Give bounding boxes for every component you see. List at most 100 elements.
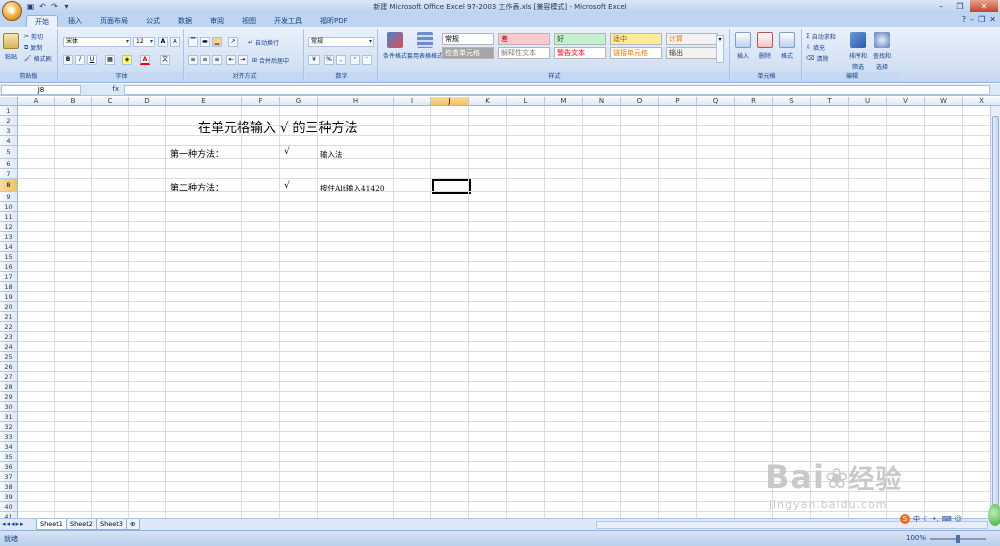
sort-filter-button[interactable]: 排序和 筛选 <box>848 32 868 71</box>
format-as-table-button[interactable]: 套用表格格式 <box>407 32 443 60</box>
sheet-tab-3[interactable]: Sheet3 <box>96 519 127 530</box>
decrease-indent-button[interactable]: ⇤ <box>226 55 236 65</box>
orientation-button[interactable]: ↗ <box>228 37 238 47</box>
close-button[interactable]: ✕ <box>970 0 998 12</box>
row-header-22[interactable]: 22 <box>0 322 18 332</box>
row-header-31[interactable]: 31 <box>0 412 18 422</box>
cell-h8[interactable]: 按住Alt输入41420 <box>320 183 385 194</box>
cell-style-8[interactable]: 链接单元格 <box>610 47 662 59</box>
row-header-8[interactable]: 8 <box>0 179 18 192</box>
cell-style-4[interactable]: 计算 <box>666 33 718 45</box>
column-header-p[interactable]: P <box>659 97 697 106</box>
column-header-q[interactable]: Q <box>697 97 735 106</box>
row-header-19[interactable]: 19 <box>0 292 18 302</box>
tab-1[interactable]: 插入 <box>60 15 90 27</box>
italic-button[interactable]: I <box>75 55 85 65</box>
align-left-button[interactable]: ≡ <box>188 55 198 65</box>
column-header-d[interactable]: D <box>129 97 166 106</box>
row-header-5[interactable]: 5 <box>0 146 18 159</box>
row-header-18[interactable]: 18 <box>0 282 18 292</box>
row-header-7[interactable]: 7 <box>0 169 18 179</box>
fill-color-button[interactable]: ◈ <box>122 55 132 65</box>
row-header-27[interactable]: 27 <box>0 372 18 382</box>
cell-style-5[interactable]: 检查单元格 <box>442 47 494 59</box>
row-header-40[interactable]: 40 <box>0 502 18 512</box>
column-header-e[interactable]: E <box>166 97 242 106</box>
vertical-scrollbar[interactable] <box>990 106 1000 518</box>
row-header-35[interactable]: 35 <box>0 452 18 462</box>
moon-icon[interactable]: ☾ <box>923 515 929 523</box>
row-header-32[interactable]: 32 <box>0 422 18 432</box>
format-painter-button[interactable]: 🖌 格式刷 <box>24 54 52 63</box>
column-header-f[interactable]: F <box>242 97 280 106</box>
sogou-icon[interactable]: S <box>900 514 910 524</box>
row-header-11[interactable]: 11 <box>0 212 18 222</box>
row-header-16[interactable]: 16 <box>0 262 18 272</box>
tab-3[interactable]: 公式 <box>138 15 168 27</box>
column-header-h[interactable]: H <box>318 97 394 106</box>
row-header-38[interactable]: 38 <box>0 482 18 492</box>
tab-0[interactable]: 开始 <box>26 15 58 27</box>
insert-cells-button[interactable]: 插入 <box>734 32 752 60</box>
conditional-format-button[interactable]: 条件格式 <box>382 32 408 60</box>
border-button[interactable]: ▦ <box>105 55 115 65</box>
currency-button[interactable]: ¥ <box>308 55 320 65</box>
format-cells-button[interactable]: 格式 <box>778 32 796 60</box>
styles-more-button[interactable]: ▾ <box>716 35 724 63</box>
cell-style-9[interactable]: 输出 <box>666 47 718 59</box>
align-bottom-button[interactable]: ▁ <box>212 37 222 47</box>
row-header-36[interactable]: 36 <box>0 462 18 472</box>
select-all-corner[interactable] <box>0 97 18 106</box>
insert-function-button[interactable]: fx <box>86 85 122 95</box>
column-header-u[interactable]: U <box>849 97 887 106</box>
ime-language[interactable]: 中 <box>913 514 920 524</box>
tab-2[interactable]: 页面布局 <box>92 15 136 27</box>
zoom-level[interactable]: 100% <box>906 534 926 542</box>
cell-style-3[interactable]: 适中 <box>610 33 662 45</box>
sheet-nav-buttons[interactable]: ◂◂◂▸▸ <box>2 520 25 528</box>
font-size-select[interactable]: 12 <box>133 37 155 47</box>
column-header-k[interactable]: K <box>469 97 507 106</box>
sheet-tab-2[interactable]: Sheet2 <box>66 519 97 530</box>
column-header-s[interactable]: S <box>773 97 811 106</box>
row-header-39[interactable]: 39 <box>0 492 18 502</box>
sheet-tab-1[interactable]: Sheet1 <box>36 519 67 530</box>
cell-style-0[interactable]: 常规 <box>442 33 494 45</box>
align-center-button[interactable]: ≡ <box>200 55 210 65</box>
cell-e8[interactable]: 第二种方法： <box>170 181 224 194</box>
cell-g5[interactable]: √ <box>284 147 290 157</box>
comma-button[interactable]: , <box>336 55 346 65</box>
row-header-6[interactable]: 6 <box>0 159 18 169</box>
increase-decimal-button[interactable]: ⁺ <box>350 55 360 65</box>
shrink-font-button[interactable]: A <box>170 37 180 47</box>
row-header-14[interactable]: 14 <box>0 242 18 252</box>
bold-button[interactable]: B <box>63 55 73 65</box>
row-header-21[interactable]: 21 <box>0 312 18 322</box>
row-header-17[interactable]: 17 <box>0 272 18 282</box>
row-header-23[interactable]: 23 <box>0 332 18 342</box>
column-header-w[interactable]: W <box>925 97 963 106</box>
clear-button[interactable]: ⌫ 清除 <box>806 54 829 63</box>
row-header-37[interactable]: 37 <box>0 472 18 482</box>
insert-sheet-button[interactable]: ⊕ <box>126 519 140 530</box>
grow-font-button[interactable]: A <box>158 37 168 47</box>
wrap-text-button[interactable]: ↵ 自动换行 <box>248 38 279 47</box>
row-header-4[interactable]: 4 <box>0 136 18 146</box>
phonetic-button[interactable]: 文 <box>160 55 170 65</box>
column-header-i[interactable]: I <box>394 97 431 106</box>
tab-7[interactable]: 开发工具 <box>266 15 310 27</box>
row-header-28[interactable]: 28 <box>0 382 18 392</box>
column-header-l[interactable]: L <box>507 97 545 106</box>
row-header-10[interactable]: 10 <box>0 202 18 212</box>
row-header-34[interactable]: 34 <box>0 442 18 452</box>
row-header-26[interactable]: 26 <box>0 362 18 372</box>
row-header-2[interactable]: 2 <box>0 116 18 126</box>
column-header-t[interactable]: T <box>811 97 849 106</box>
row-header-1[interactable]: 1 <box>0 106 18 116</box>
number-format-select[interactable]: 常规 <box>308 37 374 47</box>
tab-8[interactable]: 福昕PDF <box>312 15 356 27</box>
office-button[interactable]: ◉ <box>2 1 22 21</box>
column-header-m[interactable]: M <box>545 97 583 106</box>
globe-icon[interactable] <box>988 504 1000 526</box>
row-header-9[interactable]: 9 <box>0 192 18 202</box>
